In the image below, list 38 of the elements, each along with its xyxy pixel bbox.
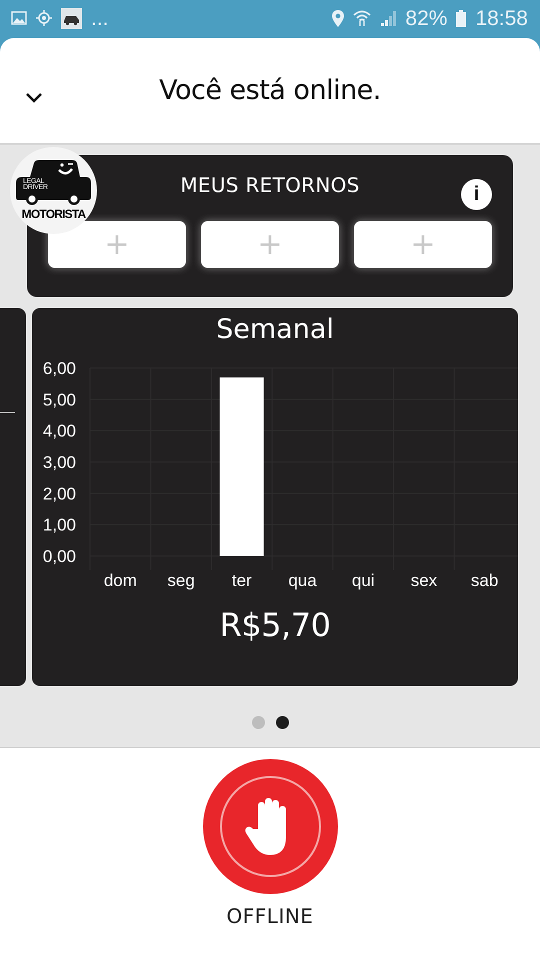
y-tick-label: 2,00	[42, 484, 76, 504]
collapse-chevron-icon[interactable]	[25, 92, 43, 103]
y-tick-label: 3,00	[42, 453, 76, 472]
car-thumbnail-icon	[61, 8, 82, 28]
wifi-icon	[353, 10, 372, 26]
add-return-button[interactable]: +	[354, 221, 492, 268]
info-button[interactable]: i	[461, 179, 492, 210]
y-tick-label: 4,00	[42, 422, 76, 441]
x-tick-label: qua	[288, 571, 317, 590]
chart-title: Semanal	[216, 313, 334, 347]
y-tick-label: 0,00	[42, 547, 76, 566]
overflow-indicator: ...	[91, 8, 109, 28]
x-tick-label: qui	[352, 571, 375, 590]
status-title: Você está online.	[158, 75, 382, 106]
add-return-button[interactable]: +	[48, 221, 186, 268]
add-return-button[interactable]: +	[201, 221, 339, 268]
x-tick-label: sab	[470, 571, 498, 590]
x-tick-label: ter	[232, 571, 252, 590]
logo-caption: MOTORISTA	[20, 207, 87, 221]
y-tick-label: 6,00	[42, 359, 76, 378]
x-tick-label: dom	[104, 571, 137, 590]
x-tick-label: seg	[167, 571, 195, 590]
page-dot[interactable]	[276, 716, 288, 729]
x-tick-label: sex	[410, 571, 438, 590]
battery-icon	[456, 10, 466, 26]
car-icon	[14, 159, 92, 207]
y-tick-label: 5,00	[42, 390, 76, 410]
signal-icon	[380, 10, 396, 26]
offline-label: OFFLINE	[226, 904, 314, 928]
crosshair-icon	[36, 10, 52, 26]
battery-percentage: 82%	[405, 8, 448, 28]
clock: 18:58	[475, 8, 528, 28]
weekly-total: R$5,70	[220, 606, 330, 644]
y-tick-label: 1,00	[42, 516, 76, 535]
page-dot[interactable]	[252, 716, 264, 729]
image-icon	[11, 11, 27, 25]
location-icon	[332, 10, 344, 26]
returns-title: MEUS RETORNOS	[180, 173, 360, 199]
